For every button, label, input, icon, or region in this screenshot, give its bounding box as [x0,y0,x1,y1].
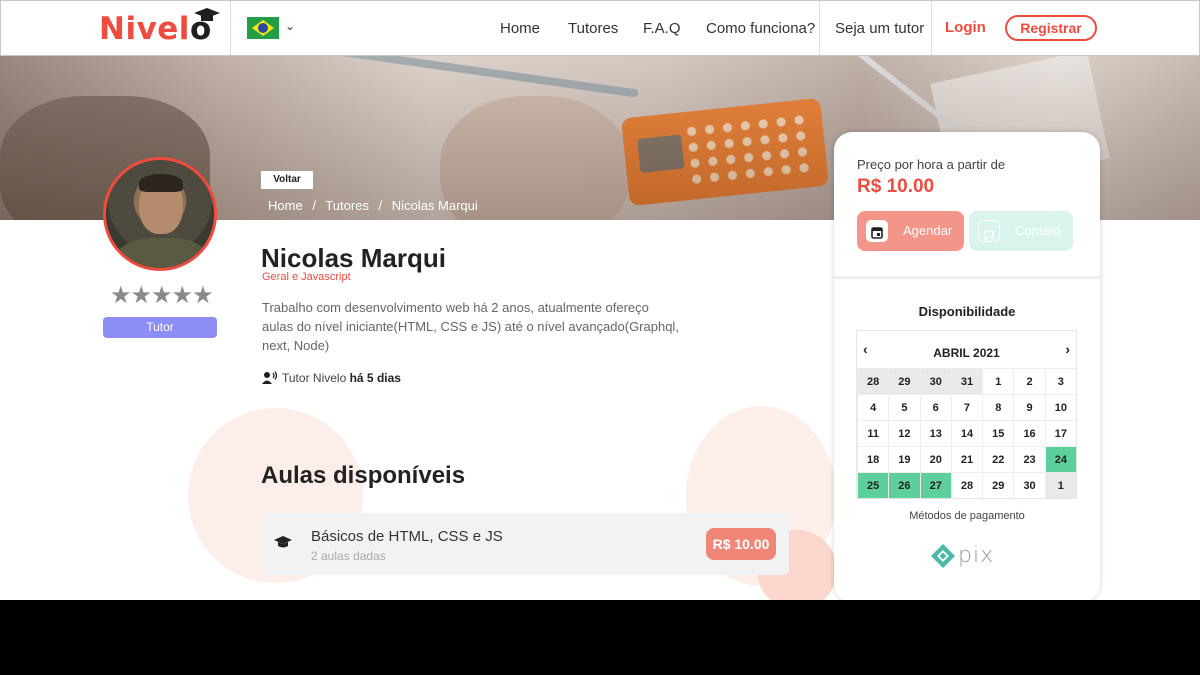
calendar-day[interactable]: 7 [950,394,983,420]
calendar-day[interactable]: 15 [982,420,1014,446]
calendar-day[interactable]: 26 [888,472,920,498]
availability-calendar: ‹ ABRIL 2021 › 28 29 30 31 1 2 3 4 5 6 7 8 9 10 11 12 13… [856,330,1077,499]
payment-methods-title: Métodos de pagamento [909,510,1025,522]
register-button[interactable]: Registrar [1005,15,1097,41]
aulas-section-title: Aulas disponíveis [261,462,466,489]
page-footer-blackout [0,600,1200,675]
calendar-day[interactable]: 5 [888,394,920,420]
calendar-day[interactable]: 11 [857,420,889,446]
breadcrumb-current: Nicolas Marqui [391,198,478,213]
logo-text: Nivel [99,11,190,47]
breadcrumb-separator: / [312,198,316,213]
lesson-price[interactable]: R$ 10.00 [706,528,776,560]
calendar-header: ‹ ABRIL 2021 › [857,331,1076,368]
divider [834,276,1100,279]
calendar-day[interactable]: 30 [1013,472,1045,498]
calendar-day[interactable]: 14 [950,420,983,446]
divider [819,1,820,55]
calendar-day[interactable]: 16 [1013,420,1045,446]
calendar-day[interactable]: 29 [888,368,920,394]
contato-button[interactable]: Contato [969,211,1073,251]
chevron-down-icon[interactable]: ⌄ [285,19,295,33]
tutor-avatar [103,157,217,271]
brazil-flag-icon[interactable] [247,17,279,39]
tutor-subjects: Geral e Javascript [262,271,351,283]
calendar-day[interactable]: 4 [857,394,889,420]
divider [931,1,932,55]
calendar-day[interactable]: 6 [919,394,951,420]
calendar-day[interactable]: 29 [982,472,1014,498]
calendar-day[interactable]: 23 [1013,446,1045,472]
login-link[interactable]: Login [945,19,986,36]
breadcrumb-separator: / [378,198,383,213]
lesson-count: 2 aulas dadas [311,549,386,563]
tutor-profile-page: Nivelo ⌄ Home Tutores F.A.Q Como funcion… [0,0,1200,600]
price-value: R$ 10.00 [857,176,935,197]
calendar-day[interactable]: 22 [982,446,1014,472]
chevron-right-icon[interactable]: › [1065,341,1070,357]
calendar-day[interactable]: 25 [857,472,889,498]
calendar-day[interactable]: 24 [1044,446,1076,472]
since-label: Tutor Nivelo [282,371,347,385]
calendar-month: ABRIL 2021 [933,346,1000,360]
calendar-day[interactable]: 3 [1044,368,1076,394]
availability-title: Disponibilidade [918,304,1016,319]
agendar-label: Agendar [903,223,953,238]
calendar-day[interactable]: 8 [982,394,1014,420]
tutor-badge: Tutor [103,317,217,338]
tutor-bio: Trabalho com desenvolvimento web há 2 an… [262,300,679,353]
lesson-card[interactable]: Básicos de HTML, CSS e JS 2 aulas dadas … [262,513,789,575]
nivelo-logo[interactable]: Nivelo [99,8,220,47]
since-value: há 5 dias [349,371,401,385]
calendar-icon [866,220,888,242]
calendar-day[interactable]: 28 [950,472,983,498]
calendar-day[interactable]: 27 [919,472,951,498]
chat-bubble-icon [978,220,1000,242]
calendar-days: 28 29 30 31 1 2 3 4 5 6 7 8 9 10 11 12 13 14 15 16 17 18 19 20 2… [857,368,1076,498]
top-navbar: Nivelo ⌄ Home Tutores F.A.Q Como funcion… [0,0,1200,56]
rating-stars: ★★★★★ [110,281,214,309]
pix-icon [931,544,955,568]
speaking-person-icon [262,371,278,384]
nav-home[interactable]: Home [500,20,540,37]
calendar-day[interactable]: 9 [1013,394,1045,420]
calendar-day[interactable]: 19 [888,446,920,472]
back-button[interactable]: Voltar [261,171,313,189]
calendar-day[interactable]: 28 [857,368,889,394]
nav-tutores[interactable]: Tutores [568,20,618,37]
calendar-day[interactable]: 12 [888,420,920,446]
calendar-day[interactable]: 2 [1013,368,1045,394]
calendar-day[interactable]: 17 [1044,420,1076,446]
agendar-button[interactable]: Agendar [857,211,964,251]
price-label: Preço por hora a partir de [857,157,1006,172]
graduation-cap-icon [274,536,292,548]
calendar-day[interactable]: 18 [857,446,889,472]
graduation-cap-icon [193,8,220,21]
nav-como-funciona[interactable]: Como funciona? [706,20,815,37]
calendar-day[interactable]: 1 [1044,472,1076,498]
calendar-day[interactable]: 10 [1044,394,1076,420]
breadcrumb-home[interactable]: Home [268,198,303,213]
contato-label: Contato [1015,223,1061,238]
breadcrumb: Home / Tutores / Nicolas Marqui [268,198,484,213]
calendar-day[interactable]: 31 [950,368,983,394]
nav-seja-um-tutor[interactable]: Seja um tutor [835,20,924,37]
calendar-day[interactable]: 1 [982,368,1014,394]
divider [230,1,231,55]
calendar-day[interactable]: 30 [919,368,951,394]
tutor-name: Nicolas Marqui [261,243,446,273]
pix-logo-text: pix [958,543,995,568]
tutor-since: Tutor Nivelo há 5 dias [262,371,401,385]
breadcrumb-tutores[interactable]: Tutores [325,198,369,213]
calendar-day[interactable]: 21 [950,446,983,472]
calendar-day[interactable]: 20 [919,446,951,472]
calendar-day[interactable]: 13 [919,420,951,446]
pix-logo: pix [930,543,993,574]
booking-card: Preço por hora a partir de R$ 10.00 Agen… [834,132,1100,600]
lesson-title: Básicos de HTML, CSS e JS [311,528,503,545]
nav-faq[interactable]: F.A.Q [643,20,681,37]
